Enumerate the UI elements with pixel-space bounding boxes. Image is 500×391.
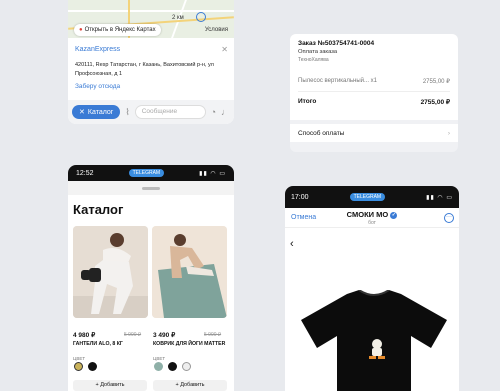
status-bar: 12:52 TELEGRAM ▮▮ ◠ ▭ bbox=[68, 165, 234, 181]
product-old-price: 5 990 ₽ bbox=[124, 332, 142, 338]
total-label: Итого bbox=[298, 98, 317, 105]
status-icons: ▮▮ ◠ ▭ bbox=[426, 194, 453, 201]
product-price: 4 980 ₽ bbox=[73, 332, 96, 339]
drag-handle[interactable] bbox=[68, 181, 234, 195]
color-swatch-black[interactable] bbox=[168, 362, 177, 371]
color-swatch-teal[interactable] bbox=[154, 362, 163, 371]
more-icon[interactable]: ··· bbox=[444, 213, 454, 223]
store-address: 420111, Resp Татарстан, г Казань, Вахито… bbox=[75, 62, 214, 77]
catalog-phone: 12:52 TELEGRAM ▮▮ ◠ ▭ Каталог 4 980 ₽ 5 … bbox=[68, 165, 234, 391]
message-input[interactable]: Сообщение bbox=[134, 105, 206, 119]
payment-method-label: Способ оплаты bbox=[298, 129, 345, 137]
map-pin-icon: ● bbox=[79, 27, 83, 33]
product-image-tshirt[interactable] bbox=[299, 289, 449, 391]
color-swatch-black[interactable] bbox=[88, 362, 97, 371]
order-subtitle: Оплата заказа bbox=[298, 49, 338, 55]
product-name: ГАНТЕЛИ ALO, 8 КГ bbox=[73, 341, 123, 347]
order-title: Заказ №503754741-0004 bbox=[298, 40, 375, 47]
product-name: КОВРИК ДЛЯ ЙОГИ MATTER bbox=[153, 341, 226, 347]
verified-icon: ✓ bbox=[390, 211, 398, 219]
back-arrow-icon[interactable]: ‹ bbox=[290, 238, 294, 250]
color-swatch-white[interactable] bbox=[182, 362, 191, 371]
payment-method-row[interactable]: Способ оплаты › bbox=[290, 124, 458, 142]
add-to-cart-button[interactable]: + Добавить bbox=[153, 380, 227, 391]
close-icon[interactable]: ✕ bbox=[221, 45, 228, 54]
product-image-dumbbells[interactable] bbox=[73, 226, 148, 318]
map-terms-link[interactable]: Условия bbox=[205, 27, 228, 33]
page-title: Каталог bbox=[73, 202, 124, 217]
bot-title: СМОКИ МО ✓ bbox=[285, 210, 459, 219]
status-time: 12:52 bbox=[76, 169, 94, 177]
menu-icon: ✕ bbox=[79, 109, 85, 116]
open-in-yandex-maps-link[interactable]: ● Открыть в Яндекс Картах bbox=[74, 24, 161, 36]
paperclip-icon[interactable]: ⌇ bbox=[125, 107, 129, 118]
bot-phone: 17:00 TELEGRAM ▮▮ ◠ ▭ Отмена СМОКИ МО ✓ … bbox=[285, 186, 459, 391]
telegram-badge: TELEGRAM bbox=[349, 193, 386, 201]
color-label: ЦВЕТ bbox=[73, 356, 86, 361]
map-scale: 2 км bbox=[172, 15, 184, 21]
location-card: ✕ KazanExpress 420111, Resp Татарстан, г… bbox=[68, 40, 234, 94]
telegram-badge: TELEGRAM bbox=[128, 169, 165, 177]
order-panel: Заказ №503754741-0004 Оплата заказа Техн… bbox=[290, 34, 458, 152]
status-time: 17:00 bbox=[291, 193, 309, 201]
bot-subtitle: бот bbox=[368, 220, 376, 226]
product-image-yoga-mat[interactable] bbox=[152, 226, 227, 318]
pickup-here-link[interactable]: Заберу отсюда bbox=[75, 83, 227, 90]
chevron-right-icon: › bbox=[447, 129, 450, 137]
total-value: 2755,00 ₽ bbox=[420, 99, 450, 106]
store-name: KazanExpress bbox=[75, 46, 121, 53]
map[interactable]: 2 км ● Открыть в Яндекс Картах Условия bbox=[68, 0, 234, 38]
bot-header: Отмена СМОКИ МО ✓ бот ··· bbox=[285, 208, 459, 228]
bot-name: СМОКИ МО bbox=[346, 210, 389, 219]
color-label: ЦВЕТ bbox=[153, 356, 166, 361]
item-name: Пылесос вертикальный... x1 bbox=[298, 78, 377, 84]
order-item-row: Пылесос вертикальный... x1 2755,00 ₽ bbox=[298, 78, 450, 92]
product-old-price: 5 990 ₽ bbox=[204, 332, 222, 338]
sticker-icon[interactable]: ◔ bbox=[211, 107, 216, 117]
location-icon[interactable] bbox=[196, 12, 206, 22]
chat-panel: 2 км ● Открыть в Яндекс Картах Условия ✕… bbox=[68, 0, 234, 124]
chat-input-bar: ✕ Каталог ⌇ Сообщение ◔ ♩ bbox=[68, 100, 234, 124]
item-price: 2755,00 ₽ bbox=[422, 79, 450, 85]
mic-icon[interactable]: ♩ bbox=[221, 107, 230, 117]
color-swatch-gold[interactable] bbox=[74, 362, 83, 371]
status-bar: 17:00 TELEGRAM ▮▮ ◠ ▭ bbox=[285, 186, 459, 208]
shop-name: ТехноХалява bbox=[298, 57, 329, 63]
order-total-row: Итого 2755,00 ₽ bbox=[298, 98, 450, 106]
add-to-cart-button[interactable]: + Добавить bbox=[73, 380, 147, 391]
catalog-button[interactable]: ✕ Каталог bbox=[72, 105, 121, 119]
status-icons: ▮▮ ◠ ▭ bbox=[199, 170, 226, 177]
product-price: 3 490 ₽ bbox=[153, 332, 176, 339]
